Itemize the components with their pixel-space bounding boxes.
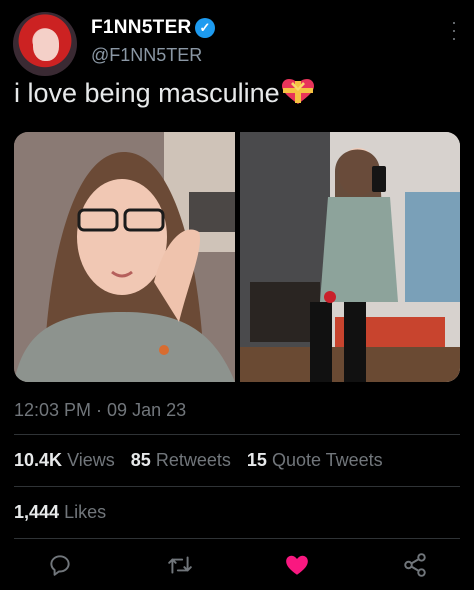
likes-label[interactable]: Likes: [64, 502, 106, 522]
quotes-label[interactable]: Quote Tweets: [272, 450, 383, 470]
avatar[interactable]: [13, 12, 77, 76]
engagement-stats: 10.4K Views 85 Retweets 15 Quote Tweets: [14, 450, 394, 471]
user-handle[interactable]: @F1NN5TER: [91, 45, 202, 66]
quotes-count[interactable]: 15: [247, 450, 267, 470]
likes-count[interactable]: 1,444: [14, 502, 59, 522]
share-icon[interactable]: [402, 552, 428, 578]
divider: [14, 434, 460, 435]
tweet-actions: [0, 548, 474, 584]
divider: [14, 538, 460, 539]
views-label[interactable]: Views: [67, 450, 115, 470]
tweet-timestamp[interactable]: 12:03 PM · 09 Jan 23: [14, 400, 186, 421]
retweet-icon[interactable]: [167, 552, 193, 578]
more-options-icon[interactable]: · · ·: [449, 13, 459, 47]
display-name[interactable]: F1NN5TER: [91, 17, 192, 39]
photo-selfie-glasses[interactable]: [14, 132, 235, 382]
photo-mirror-selfie[interactable]: [240, 132, 460, 382]
likes-stat[interactable]: 1,444 Likes: [14, 502, 117, 523]
views-count[interactable]: 10.4K: [14, 450, 62, 470]
divider: [14, 486, 460, 487]
retweets-label[interactable]: Retweets: [156, 450, 231, 470]
retweets-count[interactable]: 85: [131, 450, 151, 470]
heart-with-ribbon-emoji: [281, 78, 315, 106]
tweet-text-content: i love being masculine: [14, 78, 280, 108]
media-grid: [14, 132, 460, 382]
reply-icon[interactable]: [47, 552, 73, 578]
tweet-header: F1NN5TER ✓ @F1NN5TER · · ·: [0, 0, 474, 78]
like-icon[interactable]: [284, 552, 310, 578]
verified-badge-icon: ✓: [195, 18, 215, 38]
tweet-text: i love being masculine: [14, 78, 315, 109]
